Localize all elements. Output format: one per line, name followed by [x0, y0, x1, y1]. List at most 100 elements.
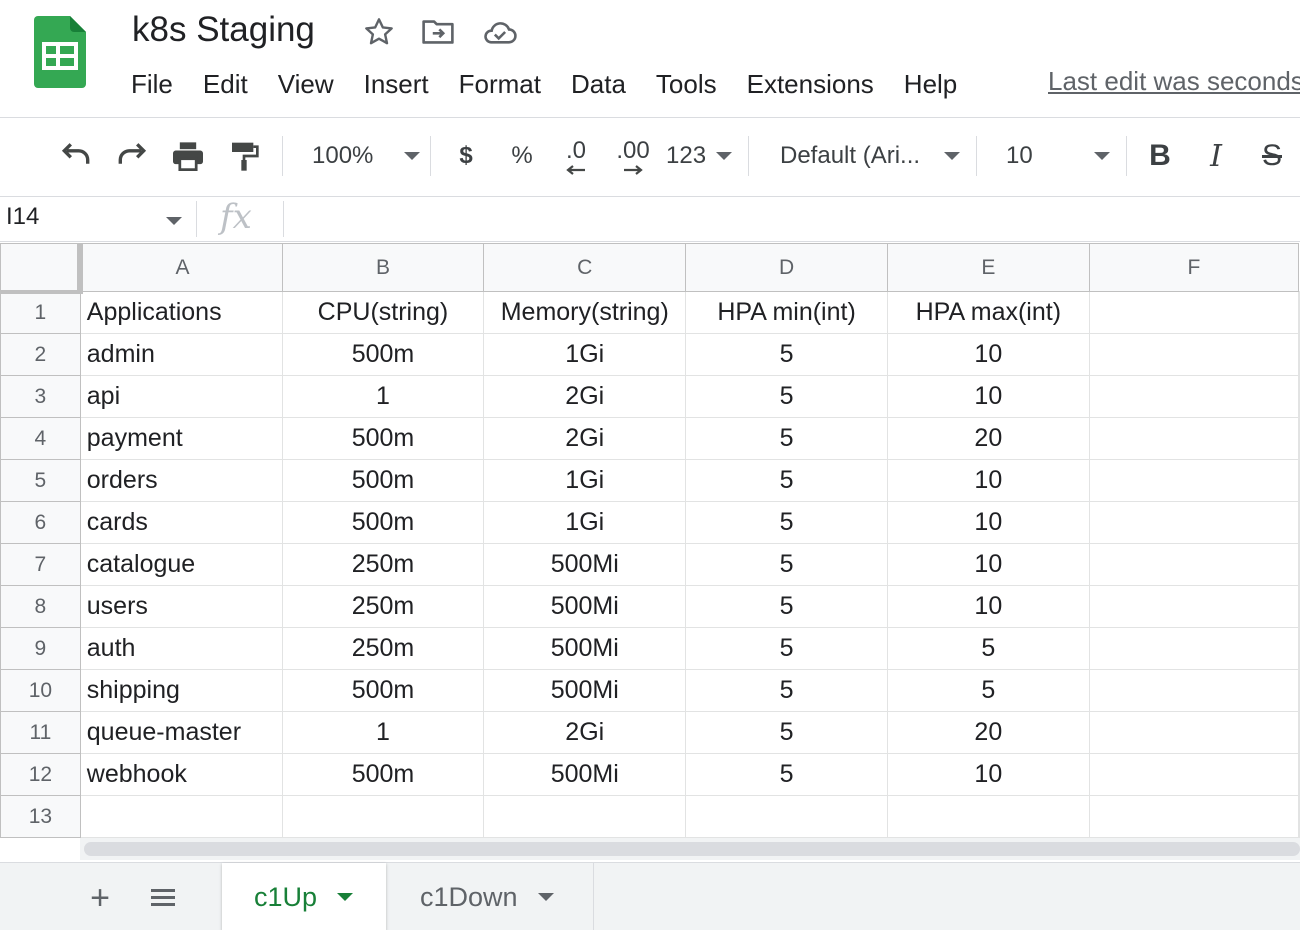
sheets-logo-icon[interactable] — [34, 16, 86, 88]
row-header[interactable]: 8 — [0, 585, 81, 628]
cell-f6[interactable] — [1088, 501, 1300, 544]
sheet-tab-c1up[interactable]: c1Up — [222, 863, 386, 930]
add-sheet-button[interactable]: + — [80, 873, 120, 923]
row-header[interactable]: 1 — [0, 291, 81, 334]
cell-b3[interactable]: 1 — [281, 375, 485, 418]
cell-b10[interactable]: 500m — [281, 669, 485, 712]
cell-d13[interactable] — [685, 795, 888, 838]
cell-e5[interactable]: 10 — [886, 459, 1090, 502]
row-header[interactable]: 7 — [0, 543, 81, 586]
cell-d2[interactable]: 5 — [685, 333, 888, 376]
cell-c1[interactable]: Memory(string) — [483, 291, 687, 334]
cell-c5[interactable]: 1Gi — [483, 459, 687, 502]
cell-d3[interactable]: 5 — [685, 375, 888, 418]
cell-b11[interactable]: 1 — [281, 711, 485, 754]
strikethrough-button[interactable]: S — [1254, 118, 1290, 194]
cell-e10[interactable]: 5 — [886, 669, 1090, 712]
row-header[interactable]: 13 — [0, 795, 81, 838]
cell-d6[interactable]: 5 — [685, 501, 888, 544]
undo-icon[interactable] — [56, 118, 96, 194]
cell-f11[interactable] — [1088, 711, 1300, 754]
column-header-c[interactable]: C — [483, 243, 687, 292]
cell-d7[interactable]: 5 — [685, 543, 888, 586]
cell-b5[interactable]: 500m — [281, 459, 485, 502]
cell-f10[interactable] — [1088, 669, 1300, 712]
cell-a3[interactable]: api — [79, 375, 283, 418]
cell-f13[interactable] — [1088, 795, 1300, 838]
font-size-select[interactable]: 10 — [1006, 118, 1110, 194]
cell-b9[interactable]: 250m — [281, 627, 485, 670]
cell-c7[interactable]: 500Mi — [483, 543, 687, 586]
cell-f3[interactable] — [1088, 375, 1300, 418]
cell-d10[interactable]: 5 — [685, 669, 888, 712]
cell-e8[interactable]: 10 — [886, 585, 1090, 628]
cell-f1[interactable] — [1088, 291, 1300, 334]
cell-f8[interactable] — [1088, 585, 1300, 628]
more-formats-select[interactable]: 123 — [666, 118, 732, 194]
cell-e11[interactable]: 20 — [886, 711, 1090, 754]
row-header[interactable]: 2 — [0, 333, 81, 376]
bold-button[interactable]: B — [1142, 118, 1178, 194]
percent-format-button[interactable]: % — [504, 118, 540, 194]
scrollbar-thumb[interactable] — [84, 842, 1300, 856]
menu-data[interactable]: Data — [556, 64, 641, 104]
row-header[interactable]: 6 — [0, 501, 81, 544]
cell-d5[interactable]: 5 — [685, 459, 888, 502]
paint-format-icon[interactable] — [224, 118, 264, 194]
cell-g2[interactable] — [1298, 333, 1300, 376]
cell-e6[interactable]: 10 — [886, 501, 1090, 544]
cloud-saved-icon[interactable] — [482, 14, 518, 50]
cell-d9[interactable]: 5 — [685, 627, 888, 670]
cell-g7[interactable] — [1298, 543, 1300, 586]
cell-a6[interactable]: cards — [79, 501, 283, 544]
cell-c3[interactable]: 2Gi — [483, 375, 687, 418]
cell-c2[interactable]: 1Gi — [483, 333, 687, 376]
cell-a9[interactable]: auth — [79, 627, 283, 670]
row-header[interactable]: 3 — [0, 375, 81, 418]
menu-insert[interactable]: Insert — [349, 64, 444, 104]
cell-f4[interactable] — [1088, 417, 1300, 460]
name-box[interactable]: I14 — [6, 203, 39, 231]
cell-c6[interactable]: 1Gi — [483, 501, 687, 544]
row-header[interactable]: 10 — [0, 669, 81, 712]
move-to-folder-icon[interactable] — [420, 14, 456, 50]
cell-a12[interactable]: webhook — [79, 753, 283, 796]
cell-e2[interactable]: 10 — [886, 333, 1090, 376]
cell-g13[interactable] — [1298, 795, 1300, 838]
menu-tools[interactable]: Tools — [641, 64, 732, 104]
menu-help[interactable]: Help — [889, 64, 972, 104]
cell-f2[interactable] — [1088, 333, 1300, 376]
cell-g12[interactable] — [1298, 753, 1300, 796]
cell-e3[interactable]: 10 — [886, 375, 1090, 418]
cell-e13[interactable] — [886, 795, 1090, 838]
chevron-down-icon[interactable] — [166, 217, 182, 225]
cell-a4[interactable]: payment — [79, 417, 283, 460]
column-header-b[interactable]: B — [281, 243, 485, 292]
cell-d8[interactable]: 5 — [685, 585, 888, 628]
cell-g9[interactable] — [1298, 627, 1300, 670]
cell-d12[interactable]: 5 — [685, 753, 888, 796]
cell-b8[interactable]: 250m — [281, 585, 485, 628]
column-header-d[interactable]: D — [685, 243, 888, 292]
cell-e12[interactable]: 10 — [886, 753, 1090, 796]
cell-a10[interactable]: shipping — [79, 669, 283, 712]
document-title[interactable]: k8s Staging — [132, 10, 315, 50]
cell-b12[interactable]: 500m — [281, 753, 485, 796]
sheet-tab-c1down[interactable]: c1Down — [388, 863, 594, 930]
row-header[interactable]: 9 — [0, 627, 81, 670]
currency-format-button[interactable]: $ — [448, 118, 484, 194]
column-header-a[interactable]: A — [79, 243, 283, 292]
cell-a8[interactable]: users — [79, 585, 283, 628]
star-icon[interactable] — [361, 14, 397, 50]
zoom-select[interactable]: 100% — [300, 118, 420, 194]
menu-edit[interactable]: Edit — [188, 64, 263, 104]
cell-c9[interactable]: 500Mi — [483, 627, 687, 670]
cell-g4[interactable] — [1298, 417, 1300, 460]
cell-a11[interactable]: queue-master — [79, 711, 283, 754]
cell-a13[interactable] — [79, 795, 283, 838]
redo-icon[interactable] — [112, 118, 152, 194]
cell-b13[interactable] — [281, 795, 485, 838]
column-header-e[interactable]: E — [886, 243, 1090, 292]
row-header[interactable]: 12 — [0, 753, 81, 796]
column-header-f[interactable]: F — [1088, 243, 1300, 292]
